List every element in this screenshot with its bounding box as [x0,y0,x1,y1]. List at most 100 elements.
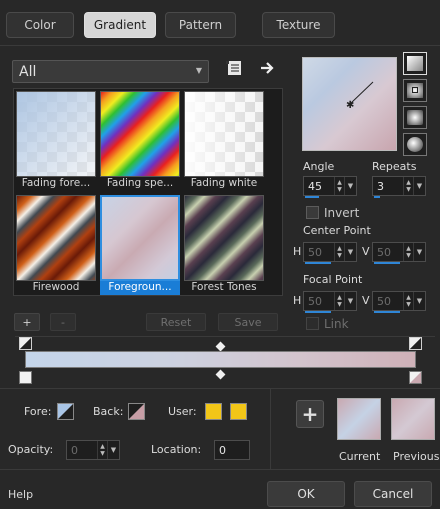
up-down-icon[interactable]: ▲ ▼ [403,177,413,195]
center-v-slider[interactable] [374,262,400,264]
focal-h-label: H [293,294,302,307]
tab-gradient[interactable]: Gradient [84,12,156,38]
gallery-item[interactable]: Foregroun... [100,195,180,295]
gallery-item[interactable]: Forest Tones [184,195,264,295]
user-color-box[interactable] [205,403,222,420]
save-button[interactable]: Save [218,313,278,331]
gallery-item-label: Fading fore... [21,177,91,189]
location-field[interactable]: 0 [214,440,250,460]
gallery-item[interactable]: Fading fore... [16,91,96,191]
foreground-stop-icon[interactable] [409,337,422,350]
chevron-down-icon[interactable]: ▼ [413,292,425,310]
back-color-box[interactable] [128,403,145,420]
location-label: Location: [151,443,202,456]
gradient-thumbnail [16,91,96,177]
gallery-item[interactable]: Fading spe... [100,91,180,191]
tab-texture[interactable]: Texture [262,12,335,38]
fore-color-box[interactable] [57,403,74,420]
color-stop-start-icon[interactable] [19,371,32,384]
repeats-label: Repeats [372,160,417,173]
gallery-scrollbar[interactable]: ▲ ▼ [282,89,283,295]
invert-checkbox[interactable] [306,206,319,219]
repeats-spinner[interactable]: 3 ▲ ▼ ▼ [372,176,426,198]
gallery-item[interactable]: Fading white [184,91,264,191]
up-down-icon[interactable]: ▲ ▼ [97,441,107,459]
gallery-item-label: Fading spe... [106,177,174,189]
center-h-spinner[interactable]: 50 ▲ ▼ ▼ [303,242,357,264]
ok-button[interactable]: OK [267,481,345,507]
gallery-item-label: Firewood [32,281,80,293]
chevron-down-icon[interactable]: ▼ [107,441,119,459]
foreground-stop-icon[interactable] [19,337,32,350]
center-v-label: V [362,245,370,258]
gradient-thumbnail [184,91,264,177]
chevron-down-icon[interactable]: ▼ [413,243,425,261]
opacity-label: Opacity: [8,443,54,456]
gradient-preview[interactable]: ✱ [302,57,397,151]
rectangular-style-icon[interactable] [403,79,427,102]
add-gradient-button[interactable]: + [14,313,40,331]
focal-h-spinner[interactable]: 50 ▲ ▼ ▼ [303,291,357,313]
focal-point-label: Focal Point [303,273,363,286]
remove-gradient-button[interactable]: - [50,313,76,331]
center-h-slider[interactable] [305,262,331,264]
category-dropdown-value: All [19,63,37,80]
svg-text:✱: ✱ [346,100,354,111]
radial-style-icon[interactable] [403,133,427,156]
angle-spinner[interactable]: 45 ▲ ▼ ▼ [303,176,357,198]
fore-label: Fore: [24,405,52,418]
editor-divider [15,336,435,337]
angle-handle-icon[interactable]: ✱ [303,58,396,150]
gradient-thumbnail [100,91,180,177]
color-midpoint-icon[interactable] [215,369,226,380]
user-color-box-2[interactable] [230,403,247,420]
color-stop-end-icon[interactable] [409,371,422,384]
gradient-thumbnail [184,195,264,281]
gallery-item-label: Foregroun... [100,281,180,295]
center-v-spinner[interactable]: 50 ▲ ▼ ▼ [372,242,426,264]
chevron-down-icon[interactable]: ▼ [344,177,356,195]
chevron-down-icon[interactable]: ▼ [344,243,356,261]
user-label: User: [168,405,197,418]
gallery-item[interactable]: Firewood [16,195,96,295]
tab-color[interactable]: Color [6,12,74,38]
help-link[interactable]: Help [8,488,33,501]
chevron-down-icon[interactable]: ▼ [413,177,425,195]
focal-v-spinner[interactable]: 50 ▲ ▼ ▼ [372,291,426,313]
add-to-library-button[interactable]: + [296,400,324,428]
up-down-icon[interactable]: ▲ ▼ [403,243,413,261]
reset-button[interactable]: Reset [146,313,206,331]
focal-v-value: 50 [377,294,391,308]
repeats-slider[interactable] [374,196,380,198]
cancel-button[interactable]: Cancel [354,481,432,507]
center-h-label: H [293,245,302,258]
load-preset-icon[interactable] [260,60,276,76]
current-swatch[interactable] [337,398,381,440]
sunburst-style-icon[interactable] [403,106,427,129]
opacity-midpoint-icon[interactable] [215,341,226,352]
center-v-value: 50 [377,245,391,259]
focal-h-value: 50 [308,294,322,308]
link-checkbox[interactable] [306,317,319,330]
linear-style-icon[interactable] [403,52,427,75]
tab-pattern[interactable]: Pattern [165,12,236,38]
category-dropdown[interactable]: All ▼ [12,60,209,83]
angle-label: Angle [303,160,335,173]
gallery-item-label: Fading white [190,177,258,189]
focal-h-slider[interactable] [305,311,331,313]
focal-v-slider[interactable] [374,311,400,313]
up-down-icon[interactable]: ▲ ▼ [334,177,344,195]
up-down-icon[interactable]: ▲ ▼ [334,292,344,310]
center-point-label: Center Point [303,224,371,237]
previous-label: Previous [393,450,440,463]
chevron-down-icon[interactable]: ▼ [344,292,356,310]
opacity-value: 0 [71,443,78,457]
up-down-icon[interactable]: ▲ ▼ [403,292,413,310]
gallery-item-label: Forest Tones [191,281,257,293]
gradient-bar[interactable] [25,351,416,368]
up-down-icon[interactable]: ▲ ▼ [334,243,344,261]
opacity-spinner[interactable]: 0 ▲ ▼ ▼ [66,440,120,460]
angle-slider[interactable] [305,196,319,198]
save-preset-icon[interactable] [226,59,244,77]
previous-swatch[interactable] [391,398,435,440]
